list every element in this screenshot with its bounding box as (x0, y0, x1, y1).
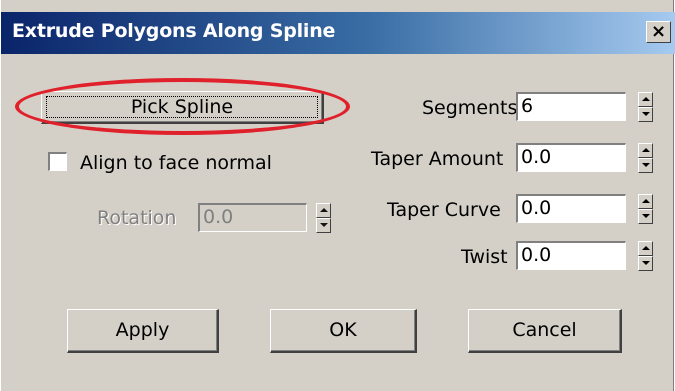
rotation-spin-up (316, 203, 331, 218)
pick-spline-button[interactable]: Pick Spline (41, 91, 324, 124)
arrow-up-icon (642, 148, 650, 152)
taper-amount-field[interactable]: 0.0 (516, 143, 626, 172)
segments-spinner (638, 92, 653, 122)
arrow-down-icon (320, 223, 328, 227)
rotation-spin-down (316, 218, 331, 233)
ok-button[interactable]: OK (270, 309, 417, 353)
close-button[interactable]: × (646, 21, 671, 43)
arrow-down-icon (642, 261, 650, 265)
ok-label: OK (329, 319, 357, 341)
twist-spin-down[interactable] (638, 256, 653, 271)
taper-curve-spinner (638, 194, 653, 224)
segments-spin-down[interactable] (638, 107, 653, 122)
taper-curve-spin-down[interactable] (638, 209, 653, 224)
rotation-label: Rotation (97, 207, 177, 229)
window-title: Extrude Polygons Along Spline (12, 20, 336, 42)
apply-label: Apply (115, 319, 170, 341)
taper-amount-spinner (638, 143, 653, 173)
rotation-field: 0.0 (198, 203, 307, 232)
segments-field[interactable]: 6 (516, 92, 626, 121)
cancel-label: Cancel (512, 319, 577, 341)
arrow-down-icon (642, 163, 650, 167)
arrow-down-icon (642, 214, 650, 218)
twist-field[interactable]: 0.0 (516, 241, 626, 270)
close-icon: × (650, 21, 667, 42)
arrow-up-icon (320, 208, 328, 212)
taper-curve-spin-up[interactable] (638, 194, 653, 209)
taper-curve-label: Taper Curve (387, 199, 501, 221)
twist-spinner (638, 241, 653, 271)
taper-amount-label: Taper Amount (371, 148, 504, 170)
rotation-spinner (316, 203, 331, 233)
align-checkbox[interactable] (48, 152, 67, 171)
arrow-up-icon (642, 97, 650, 101)
apply-button[interactable]: Apply (67, 309, 219, 353)
extrude-dialog: Extrude Polygons Along Spline × Pick Spl… (0, 0, 675, 391)
taper-amount-spin-down[interactable] (638, 158, 653, 173)
cancel-button[interactable]: Cancel (468, 309, 622, 353)
arrow-up-icon (642, 246, 650, 250)
pick-spline-label: Pick Spline (46, 96, 318, 118)
title-bar[interactable]: Extrude Polygons Along Spline × (1, 12, 675, 54)
taper-curve-field[interactable]: 0.0 (516, 194, 626, 223)
segments-label: Segments (422, 97, 518, 119)
arrow-down-icon (642, 112, 650, 116)
taper-amount-spin-up[interactable] (638, 143, 653, 158)
arrow-up-icon (642, 199, 650, 203)
twist-spin-up[interactable] (638, 241, 653, 256)
align-label: Align to face normal (80, 152, 272, 174)
segments-spin-up[interactable] (638, 92, 653, 107)
twist-label: Twist (461, 246, 508, 268)
